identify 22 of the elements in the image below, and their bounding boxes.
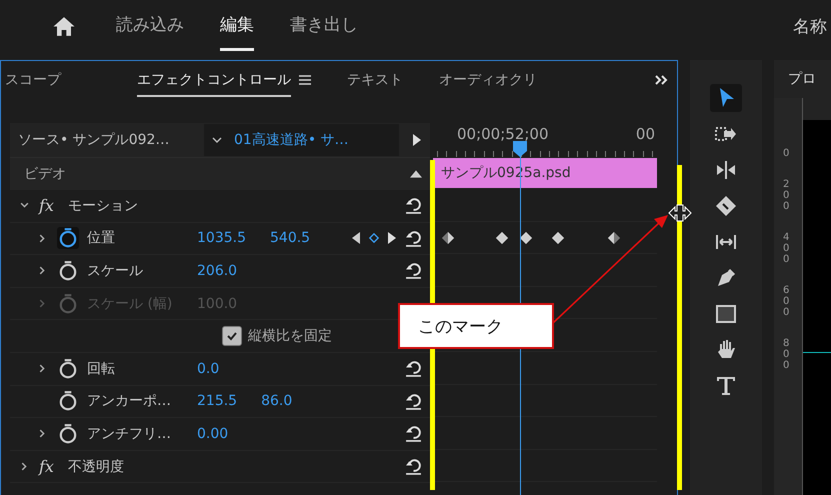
timecode: 00 — [636, 125, 655, 143]
callout-tooltip: このマーク — [398, 303, 554, 349]
checkbox-label: 縦横比を固定 — [248, 327, 332, 346]
fx-label: fx — [39, 457, 54, 476]
property-name: 回転 — [87, 360, 116, 378]
ruler-label: 0 — [783, 148, 790, 159]
property-name: スケール (幅) — [87, 294, 174, 313]
ruler-label: 800 — [783, 338, 790, 371]
ruler-label: 400 — [783, 232, 790, 265]
ruler-label: 200 — [783, 179, 790, 212]
ruler-label: 600 — [783, 285, 790, 318]
property-name: アンカーポ… — [87, 392, 172, 410]
fx-label: fx — [39, 196, 54, 216]
property-name: アンチフリ… — [87, 424, 172, 443]
effect-name: モーション — [68, 196, 138, 215]
section-title: ビデオ — [23, 165, 66, 183]
property-name: 位置 — [87, 229, 116, 248]
source-label: ソース• サンプル092… — [17, 131, 170, 149]
timecode: 00;00;52;00 — [457, 125, 549, 143]
effect-name: 不透明度 — [68, 458, 124, 476]
project-title: 名称 — [793, 16, 827, 38]
property-name: スケール — [87, 262, 144, 280]
